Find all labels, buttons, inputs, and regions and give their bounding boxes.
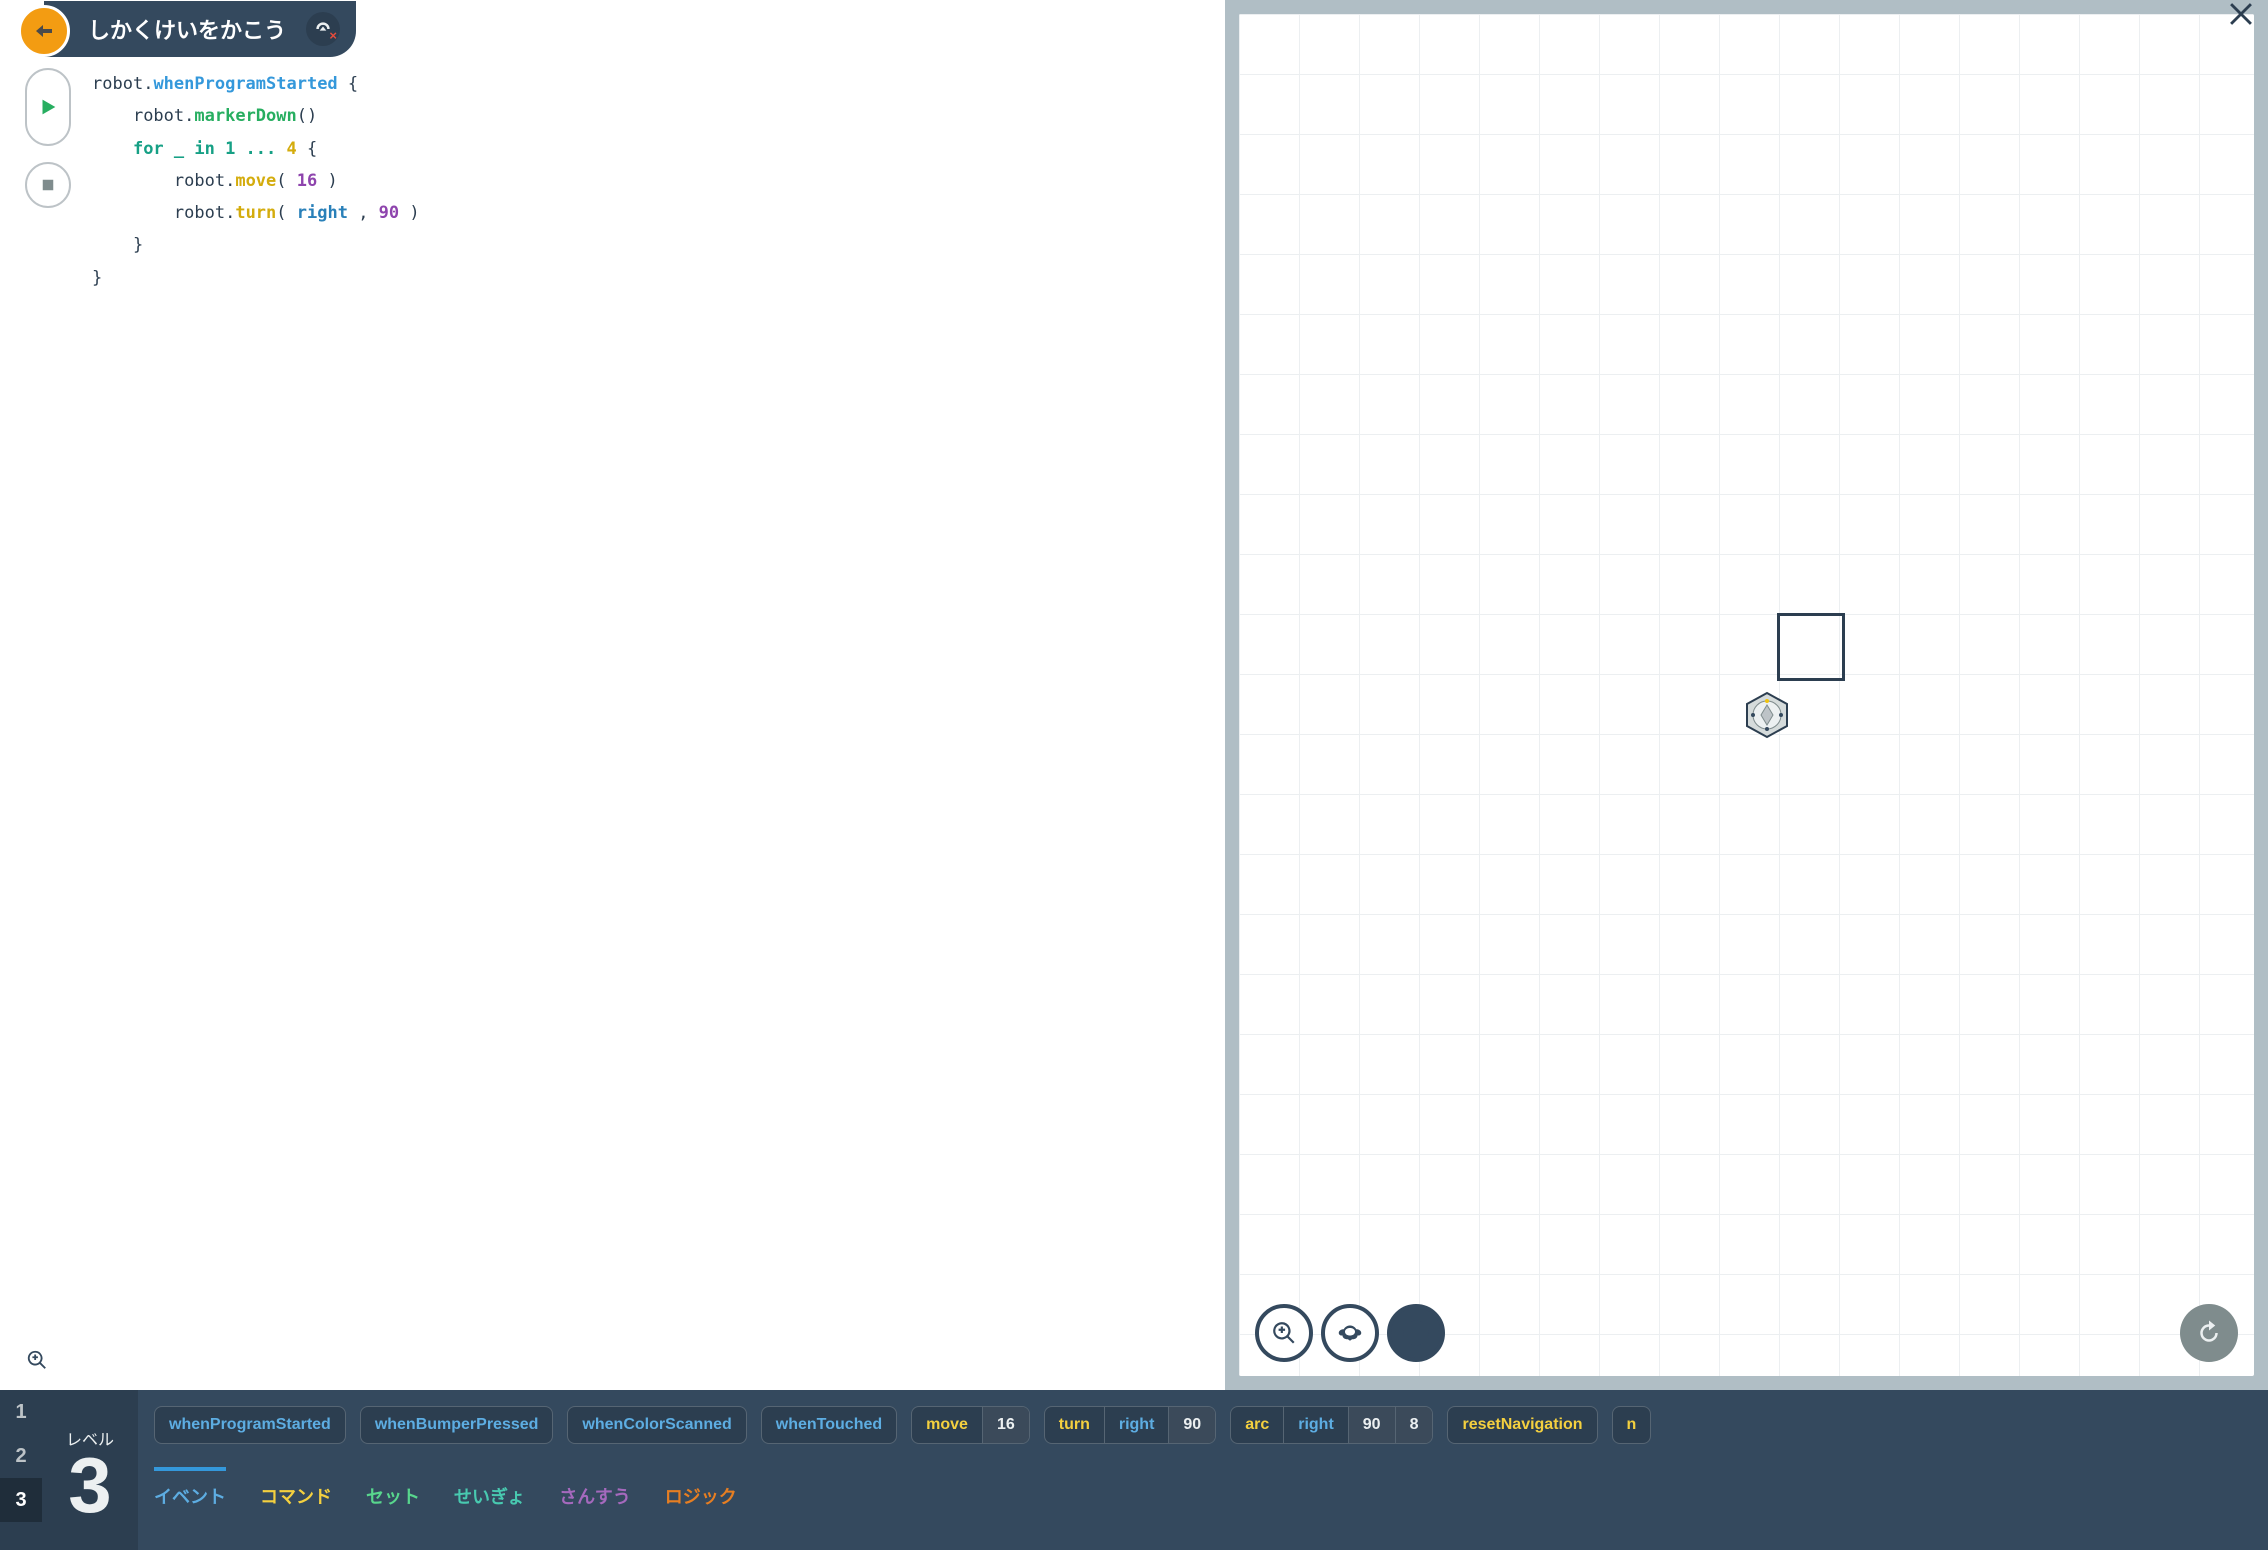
palette-block-3[interactable]: whenTouched bbox=[761, 1406, 897, 1444]
level-tab-1[interactable]: 1 bbox=[0, 1390, 42, 1434]
category-tab-5[interactable]: ロジック bbox=[665, 1471, 737, 1509]
lesson-title: しかくけいをかこう bbox=[88, 13, 286, 45]
refresh-icon bbox=[2194, 1318, 2224, 1348]
close-icon bbox=[2226, 0, 2260, 31]
status-badge[interactable]: × bbox=[306, 12, 340, 46]
palette-block-6[interactable]: arcright908 bbox=[1230, 1406, 1433, 1444]
stop-button[interactable] bbox=[25, 162, 71, 208]
circle-icon bbox=[1401, 1318, 1431, 1348]
block-palette: whenProgramStarted whenBumperPressed whenC… bbox=[138, 1390, 2268, 1550]
code-editor[interactable]: robot.whenProgramStarted { robot.markerD… bbox=[78, 68, 1225, 1390]
level-number: 3 bbox=[68, 1450, 111, 1520]
blocks-row: whenProgramStarted whenBumperPressed whenC… bbox=[154, 1406, 2252, 1454]
header: しかくけいをかこう × bbox=[0, 0, 1225, 58]
zoom-in-icon bbox=[1271, 1320, 1297, 1346]
stop-icon bbox=[39, 176, 57, 194]
code-zoom-button[interactable] bbox=[26, 1349, 48, 1376]
arrow-left-icon bbox=[32, 19, 56, 43]
palette-block-2[interactable]: whenColorScanned bbox=[567, 1406, 746, 1444]
category-tabs: イベントコマンドセットせいぎょさんすうロジック bbox=[154, 1454, 2252, 1509]
level-tab-3[interactable]: 3 bbox=[0, 1478, 42, 1522]
level-indicator: レベル 3 bbox=[42, 1390, 138, 1550]
palette-block-0[interactable]: whenProgramStarted bbox=[154, 1406, 346, 1444]
level-tabs: 123 bbox=[0, 1390, 42, 1550]
lesson-title-bar: しかくけいをかこう × bbox=[44, 1, 356, 57]
drawn-square bbox=[1777, 613, 1845, 681]
stage-pen-color-button[interactable] bbox=[1387, 1304, 1445, 1362]
run-controls bbox=[18, 68, 78, 1390]
bottom-panel: 123 レベル 3 whenProgramStarted whenBumperPr… bbox=[0, 1390, 2268, 1550]
palette-block-5[interactable]: turnright90 bbox=[1044, 1406, 1216, 1444]
palette-block-4[interactable]: move16 bbox=[911, 1406, 1030, 1444]
palette-block-8[interactable]: n bbox=[1612, 1406, 1652, 1444]
stage-zoom-button[interactable] bbox=[1255, 1304, 1313, 1362]
stage-speed-button[interactable] bbox=[1321, 1304, 1379, 1362]
stage-reset-button[interactable] bbox=[2180, 1304, 2238, 1362]
palette-block-7[interactable]: resetNavigation bbox=[1447, 1406, 1597, 1444]
category-tab-2[interactable]: セット bbox=[366, 1471, 420, 1509]
category-tab-3[interactable]: せいぎょ bbox=[454, 1471, 525, 1509]
level-tab-2[interactable]: 2 bbox=[0, 1434, 42, 1478]
turtle-icon bbox=[1335, 1318, 1365, 1348]
zoom-in-icon bbox=[26, 1349, 48, 1371]
play-icon bbox=[37, 96, 59, 118]
category-tab-1[interactable]: コマンド bbox=[260, 1471, 332, 1509]
category-tab-4[interactable]: さんすう bbox=[559, 1471, 631, 1509]
palette-block-1[interactable]: whenBumperPressed bbox=[360, 1406, 554, 1444]
close-button[interactable] bbox=[2226, 0, 2260, 41]
stage bbox=[1239, 14, 2254, 1376]
run-button[interactable] bbox=[25, 68, 71, 146]
category-tab-0[interactable]: イベント bbox=[154, 1471, 226, 1509]
error-x-icon: × bbox=[329, 28, 337, 43]
robot-sprite bbox=[1743, 691, 1791, 739]
back-button[interactable] bbox=[18, 5, 70, 57]
